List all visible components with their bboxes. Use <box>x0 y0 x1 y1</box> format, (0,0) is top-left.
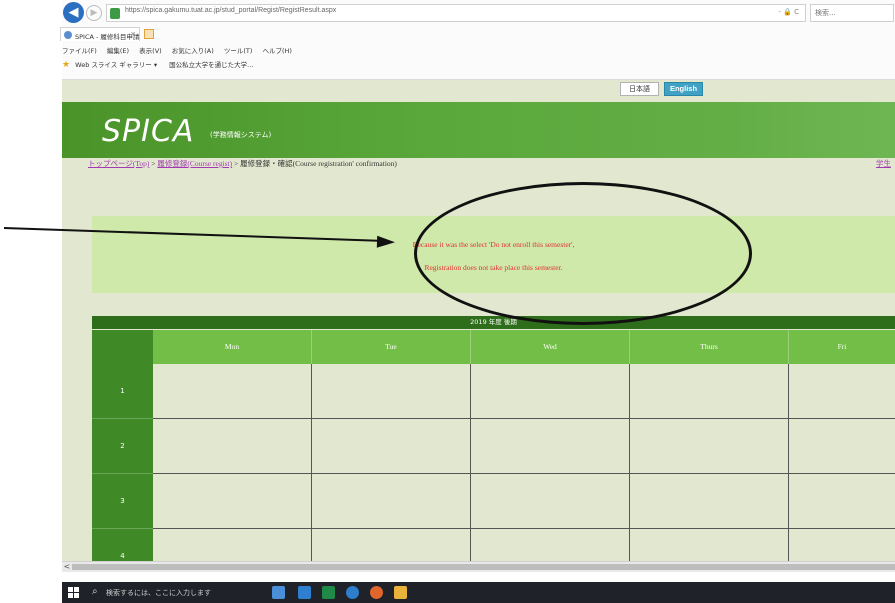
browser-search-input[interactable]: 検索... <box>810 4 894 22</box>
spica-logo: SPICA <box>102 114 195 149</box>
address-bar[interactable]: https://spica.gakumu.tuat.ac.jp/stud_por… <box>106 4 806 22</box>
timetable-cell[interactable] <box>789 364 895 419</box>
scrollbar-thumb[interactable] <box>72 564 895 570</box>
horizontal-scrollbar[interactable]: < <box>62 561 895 572</box>
tab-favicon-icon <box>64 31 72 39</box>
english-button[interactable]: English <box>664 82 703 96</box>
taskbar-store-icon[interactable] <box>298 586 311 599</box>
menu-file[interactable]: ファイル(F) <box>62 47 97 55</box>
student-link[interactable]: 学生 <box>876 158 891 169</box>
breadcrumb: トップページ(Top) > 履修登録(Course regist) > 履修登録… <box>88 158 397 169</box>
site-icon <box>110 8 120 19</box>
breadcrumb-top-link[interactable]: トップページ(Top) <box>88 159 149 168</box>
spica-banner: SPICA (学務情報システム) <box>62 102 895 158</box>
day-header-wed: Wed <box>471 330 630 364</box>
timetable-cell[interactable] <box>312 474 471 529</box>
language-bar: 日本語 English <box>62 80 895 100</box>
taskbar-chrome-icon[interactable] <box>370 586 383 599</box>
windows-taskbar: ⌕ 検索するには、ここに入力します <box>62 582 895 603</box>
timetable: 2019 年度 後期 Mon Tue Wed Thurs Fri 1 2 3 4 <box>92 316 895 561</box>
taskbar-ie-icon[interactable] <box>346 586 359 599</box>
timetable-cell[interactable] <box>630 474 789 529</box>
favorite-universities[interactable]: 国公私立大学を通じた大学... <box>169 61 253 69</box>
period-4: 4 <box>92 529 153 561</box>
period-2: 2 <box>92 419 153 474</box>
breadcrumb-separator: > <box>232 159 241 168</box>
timetable-cell[interactable] <box>471 474 630 529</box>
menu-view[interactable]: 表示(V) <box>139 47 162 55</box>
taskbar-search-icon[interactable]: ⌕ <box>92 586 98 597</box>
timetable-cell[interactable] <box>471 529 630 561</box>
favorites-star-icon[interactable]: ★ <box>62 60 70 70</box>
timetable-caption: 2019 年度 後期 <box>92 316 895 329</box>
menu-tools[interactable]: ツール(T) <box>224 47 253 55</box>
period-3: 3 <box>92 474 153 529</box>
page-content: 日本語 English SPICA (学務情報システム) トップページ(Top)… <box>62 80 895 561</box>
favorites-bar: ★ Web スライス ギャラリー ▾ 国公私立大学を通じた大学... <box>62 59 263 73</box>
timetable-cell[interactable] <box>789 529 895 561</box>
breadcrumb-current: 履修登録・確認(Course registration' confirmatio… <box>240 159 397 168</box>
timetable-cell[interactable] <box>789 419 895 474</box>
timetable-corner <box>92 330 153 364</box>
timetable-cell[interactable] <box>471 364 630 419</box>
timetable-cell[interactable] <box>312 364 471 419</box>
menu-edit[interactable]: 編集(E) <box>107 47 129 55</box>
address-actions[interactable]: - 🔒 C <box>778 8 799 16</box>
taskbar-search-input[interactable]: 検索するには、ここに入力します <box>106 588 211 598</box>
day-header-tue: Tue <box>312 330 471 364</box>
japanese-button[interactable]: 日本語 <box>620 82 659 96</box>
menu-favorites[interactable]: お気に入り(A) <box>172 47 214 55</box>
menu-help[interactable]: ヘルプ(H) <box>263 47 292 55</box>
taskbar-excel-icon[interactable] <box>322 586 335 599</box>
timetable-cell[interactable] <box>471 419 630 474</box>
day-header-mon: Mon <box>153 330 312 364</box>
timetable-cell[interactable] <box>630 419 789 474</box>
taskbar-explorer-icon[interactable] <box>394 586 407 599</box>
timetable-cell[interactable] <box>789 474 895 529</box>
timetable-cell[interactable] <box>312 419 471 474</box>
timetable-cell[interactable] <box>153 474 312 529</box>
address-row: ◀ ▶ https://spica.gakumu.tuat.ac.jp/stud… <box>62 2 895 24</box>
timetable-cell[interactable] <box>630 364 789 419</box>
annotation-arrow-head <box>376 235 396 249</box>
windows-start-icon[interactable] <box>68 587 79 598</box>
breadcrumb-regist-link[interactable]: 履修登録(Course regist) <box>157 159 232 168</box>
day-header-thurs: Thurs <box>630 330 789 364</box>
forward-button[interactable]: ▶ <box>86 5 102 21</box>
period-1: 1 <box>92 364 153 419</box>
timetable-cell[interactable] <box>153 529 312 561</box>
favorite-web-slice[interactable]: Web スライス ギャラリー ▾ <box>75 61 157 69</box>
browser-tab[interactable]: SPICA - 履修科目申請 確認 × <box>60 27 140 41</box>
timetable-cell[interactable] <box>153 419 312 474</box>
timetable-cell[interactable] <box>153 364 312 419</box>
new-tab-button[interactable] <box>144 29 154 39</box>
menu-bar: ファイル(F) 編集(E) 表示(V) お気に入り(A) ツール(T) ヘルプ(… <box>62 45 300 57</box>
timetable-cell[interactable] <box>630 529 789 561</box>
banner-subtitle: (学務情報システム) <box>210 131 272 139</box>
day-header-fri: Fri <box>789 330 895 364</box>
screenshot: ◀ ▶ https://spica.gakumu.tuat.ac.jp/stud… <box>0 0 895 603</box>
timetable-cell[interactable] <box>312 529 471 561</box>
annotation-ellipse <box>414 182 752 325</box>
tab-close-icon[interactable]: × <box>130 30 136 38</box>
taskbar-task-view-icon[interactable] <box>272 586 285 599</box>
browser-chrome: ◀ ▶ https://spica.gakumu.tuat.ac.jp/stud… <box>60 0 895 80</box>
url-text: https://spica.gakumu.tuat.ac.jp/stud_por… <box>125 7 337 14</box>
back-button[interactable]: ◀ <box>63 2 84 23</box>
scroll-left-icon[interactable]: < <box>62 562 72 572</box>
